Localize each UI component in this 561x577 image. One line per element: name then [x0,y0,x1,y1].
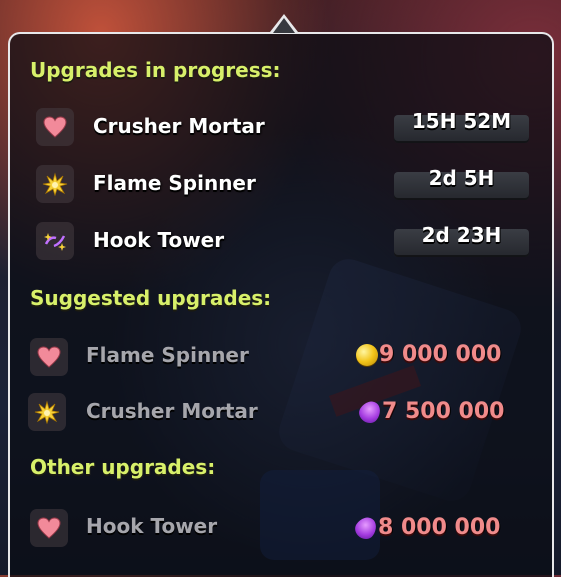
upgrade-timer: 15H 52M [411,109,512,133]
building-name: Hook Tower [86,514,218,538]
upgrade-timer: 2d 23H [421,223,502,247]
building-name: Flame Spinner [86,343,249,367]
heart-icon [30,338,68,376]
cost-value: 8 000 000 [378,515,501,540]
section-title-other: Other upgrades: [30,455,216,479]
gold-coin-icon [356,343,378,366]
heart-icon [30,509,68,547]
burst-icon [28,393,66,431]
heart-icon [36,108,74,146]
section-title-in-progress: Upgrades in progress: [30,58,281,82]
building-name: Hook Tower [93,228,225,252]
burst-icon [36,165,74,203]
cost-value: 7 500 000 [382,399,505,424]
upgrade-timer: 2d 5H [428,166,495,190]
cost-value: 9 000 000 [379,342,502,367]
building-name: Crusher Mortar [93,114,265,138]
elixir-drop-icon [355,396,385,427]
upgrade-cost: 9 000 000 [356,342,501,367]
sparkle-icon [36,222,74,260]
building-name: Crusher Mortar [86,399,258,423]
upgrade-cost: 8 000 000 [351,512,501,543]
panel-pointer-fill [273,18,295,33]
building-name: Flame Spinner [93,171,256,195]
section-title-suggested: Suggested upgrades: [30,286,272,310]
elixir-drop-icon [351,512,381,543]
upgrade-cost: 7 500 000 [355,396,505,427]
